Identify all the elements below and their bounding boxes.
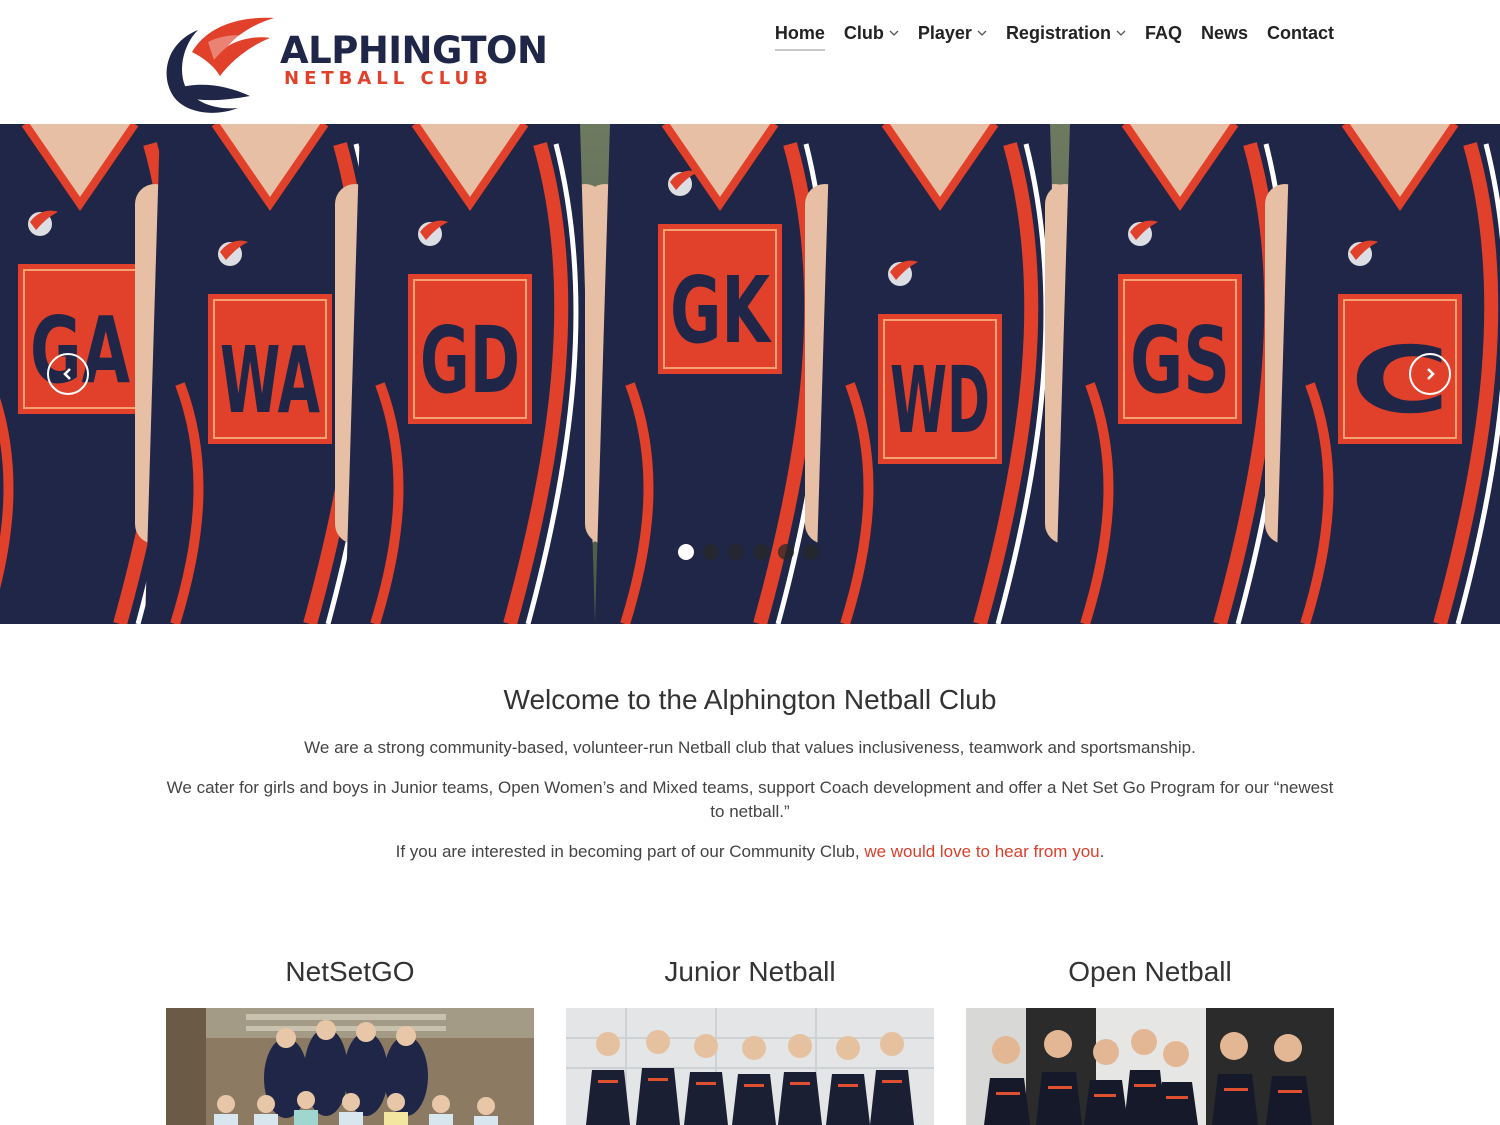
nav-club-label: Club <box>843 22 884 43</box>
welcome-section: Welcome to the Alphington Netball Club W… <box>150 684 1350 880</box>
slider-next-button[interactable] <box>1409 353 1451 395</box>
welcome-p3-text: If you are interested in becoming part o… <box>395 842 865 861</box>
card-title: NetSetGO <box>285 956 415 987</box>
nav-contact[interactable]: Contact <box>1267 20 1334 46</box>
card-title: Open Netball <box>1068 956 1232 987</box>
site-header: ALPHINGTON NETBALL CLUB Home Club Player… <box>0 0 1500 124</box>
player-figure: WD <box>805 124 1075 624</box>
nav-player[interactable]: Player <box>918 20 987 46</box>
welcome-title: Welcome to the Alphington Netball Club <box>503 684 997 715</box>
program-cards: NetSetGO Junior Netball Open Netball <box>166 950 1334 1125</box>
bib-label: WA <box>220 327 320 434</box>
slider-dot[interactable] <box>803 544 819 560</box>
contact-link[interactable]: we would love to hear from you <box>864 842 1099 861</box>
card-junior-netball[interactable]: Junior Netball <box>566 950 934 1125</box>
hero-slider: GA WA GD GK WD GS C <box>0 124 1500 624</box>
nav-faq[interactable]: FAQ <box>1145 20 1182 46</box>
nav-contact-label: Contact <box>1267 22 1334 43</box>
player-figure: C <box>1265 124 1500 624</box>
card-image[interactable] <box>566 1008 934 1125</box>
nav-registration[interactable]: Registration <box>1006 20 1126 46</box>
slider-dot[interactable] <box>678 544 694 560</box>
chevron-down-icon <box>1116 30 1126 36</box>
card-image[interactable] <box>966 1008 1334 1125</box>
welcome-paragraph-1: We are a strong community-based, volunte… <box>304 738 1196 757</box>
card-open-netball[interactable]: Open Netball <box>966 950 1334 1125</box>
slider-dots <box>678 544 819 560</box>
welcome-paragraph-2: We cater for girls and boys in Junior te… <box>166 778 1334 821</box>
welcome-p3-end: . <box>1099 842 1105 861</box>
main-nav: Home Club Player Registration FAQ News C… <box>756 20 1334 51</box>
nav-club[interactable]: Club <box>844 20 899 46</box>
chevron-right-icon <box>1427 368 1435 380</box>
chevron-down-icon <box>889 30 899 36</box>
nav-home-label: Home <box>774 22 825 43</box>
nav-player-label: Player <box>917 22 972 43</box>
bib-label: WD <box>890 347 990 454</box>
slider-prev-button[interactable] <box>47 353 89 395</box>
logo-subtitle: NETBALL CLUB <box>284 68 493 89</box>
player-figure: GD <box>335 124 605 624</box>
nav-registration-label: Registration <box>1005 22 1111 43</box>
card-title: Junior Netball <box>664 956 836 987</box>
slider-dot[interactable] <box>728 544 744 560</box>
nav-news-label: News <box>1200 22 1248 43</box>
card-image[interactable] <box>166 1008 534 1125</box>
card-netsetgo[interactable]: NetSetGO <box>166 950 534 1125</box>
open-netball-photo <box>966 1008 1334 1125</box>
chevron-down-icon <box>977 30 987 36</box>
club-logo-icon <box>166 17 274 113</box>
slider-dot[interactable] <box>703 544 719 560</box>
chevron-left-icon <box>63 368 71 380</box>
bib-label: GS <box>1130 307 1230 414</box>
slider-dot[interactable] <box>778 544 794 560</box>
bib-label: GK <box>670 257 772 364</box>
nav-home[interactable]: Home <box>774 20 825 51</box>
slider-dot[interactable] <box>753 544 769 560</box>
nav-news[interactable]: News <box>1201 20 1248 46</box>
netsetgo-photo <box>166 1008 534 1125</box>
junior-netball-photo <box>566 1008 934 1125</box>
club-logo[interactable]: ALPHINGTON NETBALL CLUB <box>158 12 548 118</box>
nav-faq-label: FAQ <box>1144 22 1182 43</box>
bib-label: GD <box>420 307 520 414</box>
logo-title: ALPHINGTON <box>280 29 548 72</box>
welcome-paragraph-3: If you are interested in becoming part o… <box>150 840 1350 864</box>
